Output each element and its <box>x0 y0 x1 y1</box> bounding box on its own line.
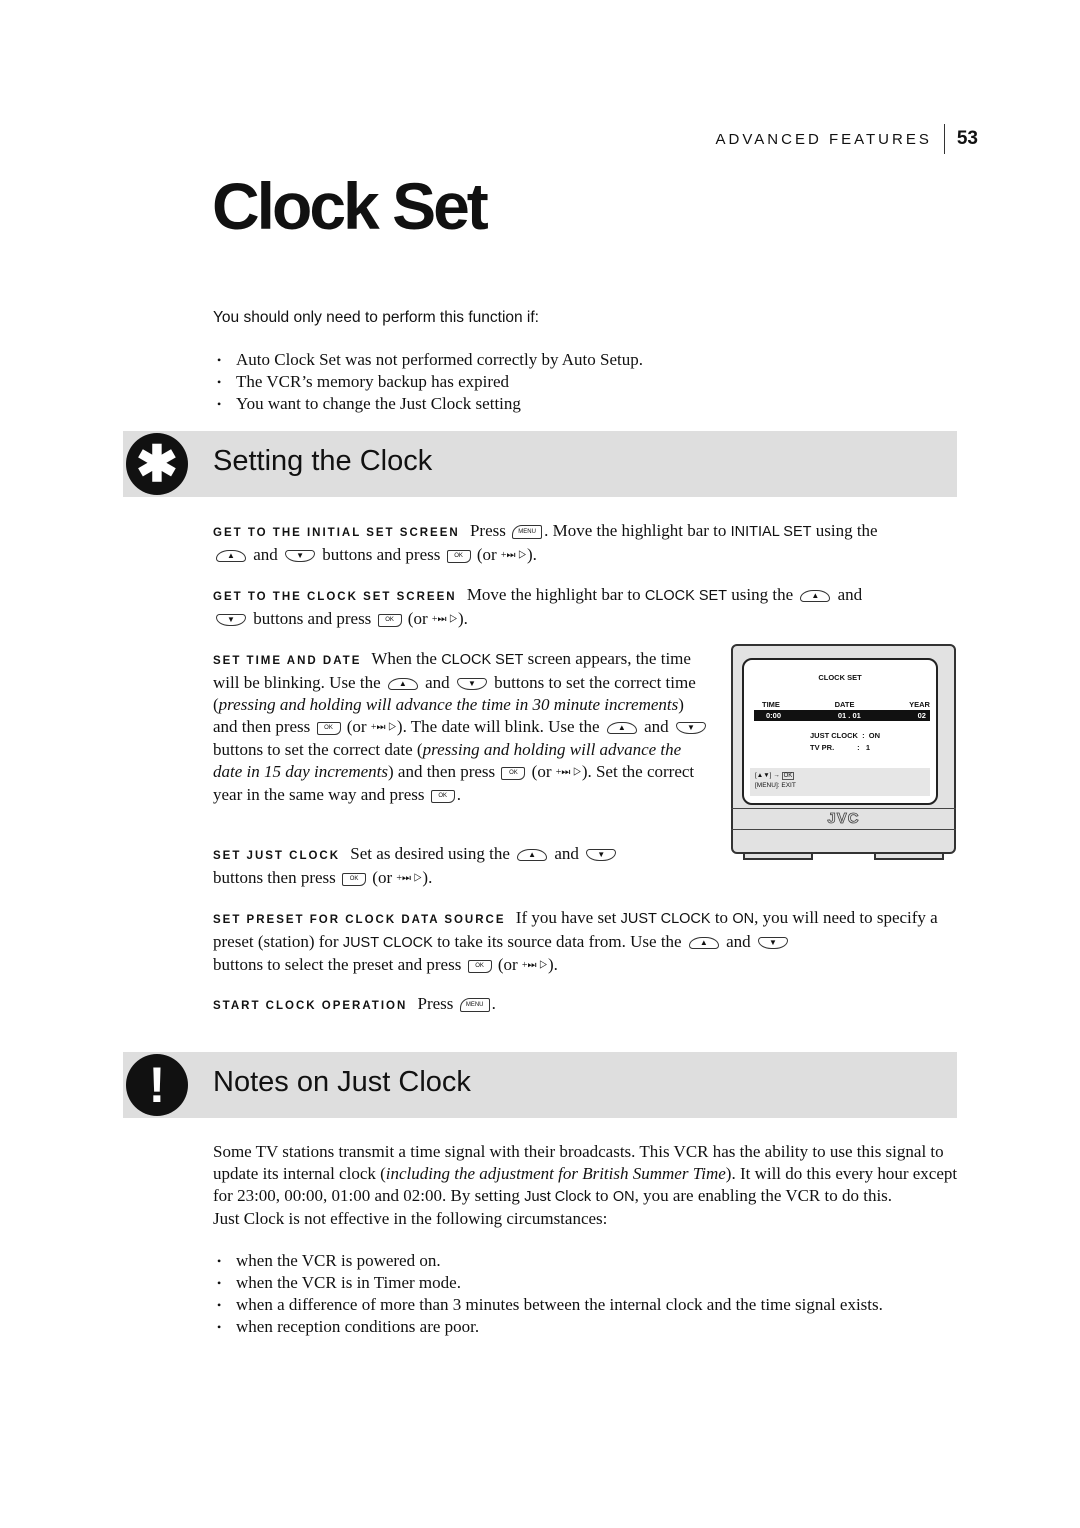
keyword: Just Clock <box>524 1189 592 1205</box>
up-button-icon: ▲ <box>606 722 637 735</box>
step-initial-set: GET TO THE INITIAL SET SCREEN Press MENU… <box>213 521 878 564</box>
keyword: JUST CLOCK <box>620 911 711 927</box>
list-item: The VCR’s memory backup has expired <box>217 371 643 393</box>
down-button-icon: ▼ <box>586 849 617 862</box>
down-button-icon: ▼ <box>456 678 487 691</box>
section-name: ADVANCED FEATURES <box>715 130 932 148</box>
notes-paragraph: Some TV stations transmit a time signal … <box>213 1142 958 1228</box>
next-play-icon: +⏭ ▷ <box>431 614 458 626</box>
osd-just-clock: JUST CLOCK : ON <box>810 731 881 740</box>
intro-heading: You should only need to perform this fun… <box>213 309 539 326</box>
down-button-icon: ▼ <box>675 722 706 735</box>
osd-time: 0:00 <box>766 711 782 720</box>
down-button-icon: ▼ <box>757 937 788 950</box>
osd-highlight-bar: 0:00 01 . 01 02 <box>754 710 930 721</box>
osd-title: CLOCK SET <box>818 673 862 682</box>
step-lead: GET TO THE CLOCK SET SCREEN <box>213 591 457 603</box>
next-play-icon: +⏭ ▷ <box>500 550 527 562</box>
section-title: Setting the Clock <box>213 445 433 477</box>
up-button-icon: ▲ <box>800 590 831 603</box>
osd-tv-pr: TV PR. : 1 <box>810 743 871 752</box>
step-lead: SET JUST CLOCK <box>213 850 341 862</box>
list-item: when the VCR is in Timer mode. <box>217 1272 967 1294</box>
step-start-clock: START CLOCK OPERATION Press MENU. <box>213 994 496 1013</box>
on-screen-display: CLOCK SET TIME DATE YEAR 0:00 01 . 01 02… <box>742 658 938 805</box>
ok-button-icon: OK <box>446 549 471 563</box>
osd-help: [▲▼] → OK [MENU]: EXIT <box>750 768 930 796</box>
step-lead: START CLOCK OPERATION <box>213 1000 408 1012</box>
keyword: CLOCK SET <box>644 588 728 604</box>
osd-date: 01 . 01 <box>837 711 861 720</box>
menu-button-icon: MENU <box>512 525 543 540</box>
ok-button-icon: OK <box>467 959 492 973</box>
list-item: Auto Clock Set was not performed correct… <box>217 349 643 371</box>
step-set-preset: SET PRESET FOR CLOCK DATA SOURCE If you … <box>213 908 938 974</box>
ok-button-icon: OK <box>430 789 455 803</box>
down-button-icon: ▼ <box>285 550 316 563</box>
up-button-icon: ▲ <box>387 678 418 691</box>
tv-screen-illustration: CLOCK SET TIME DATE YEAR 0:00 01 . 01 02… <box>731 644 956 860</box>
next-play-icon: +⏭ ▷ <box>370 722 397 734</box>
header-divider <box>943 124 945 154</box>
next-play-icon: +⏭ ▷ <box>396 873 423 885</box>
next-play-icon: +⏭ ▷ <box>555 767 582 779</box>
notes-list: when the VCR is powered on. when the VCR… <box>217 1250 967 1338</box>
step-clock-set-screen: GET TO THE CLOCK SET SCREEN Move the hig… <box>213 585 863 628</box>
ok-button-icon: OK <box>501 766 526 780</box>
list-item: You want to change the Just Clock settin… <box>217 393 643 415</box>
up-button-icon: ▲ <box>517 849 548 862</box>
intro-list: Auto Clock Set was not performed correct… <box>217 349 643 415</box>
up-button-icon: ▲ <box>688 937 719 950</box>
ok-button-icon: OK <box>316 721 341 735</box>
step-lead: SET PRESET FOR CLOCK DATA SOURCE <box>213 914 506 926</box>
ok-button-icon: OK <box>342 872 367 886</box>
page-number: 53 <box>956 128 978 149</box>
keyword: CLOCK SET <box>441 652 524 668</box>
asterisk-icon: ✱ <box>126 433 188 495</box>
step-set-time-date: SET TIME AND DATE When the CLOCK SET scr… <box>213 648 711 806</box>
jvc-logo: JVC <box>827 810 860 828</box>
list-item: when the VCR is powered on. <box>217 1250 967 1272</box>
section-title: Notes on Just Clock <box>213 1066 471 1098</box>
section-notes-just-clock: ! Notes on Just Clock <box>123 1052 957 1118</box>
up-button-icon: ▲ <box>216 550 246 563</box>
menu-button-icon: MENU <box>459 998 490 1013</box>
next-play-icon: +⏭ ▷ <box>521 960 548 972</box>
exclamation-icon: ! <box>126 1054 188 1116</box>
step-lead: GET TO THE INITIAL SET SCREEN <box>213 527 460 539</box>
running-header: ADVANCED FEATURES 53 <box>716 124 978 154</box>
section-setting-clock: ✱ Setting the Clock <box>123 431 957 497</box>
osd-year: 02 <box>917 711 926 720</box>
down-button-icon: ▼ <box>216 614 246 627</box>
step-set-just-clock: SET JUST CLOCK Set as desired using the … <box>213 843 693 890</box>
list-item: when a difference of more than 3 minutes… <box>217 1294 967 1316</box>
step-lead: SET TIME AND DATE <box>213 655 362 667</box>
page-title: Clock Set <box>212 169 489 243</box>
keyword: JUST CLOCK <box>342 935 433 951</box>
keyword: ON <box>612 1189 635 1205</box>
ok-icon: OK <box>781 772 795 780</box>
ok-button-icon: OK <box>377 613 402 627</box>
keyword: INITIAL SET <box>730 524 812 540</box>
osd-column-headers: TIME DATE YEAR <box>762 700 930 709</box>
keyword: ON <box>732 911 755 927</box>
list-item: when reception conditions are poor. <box>217 1316 967 1338</box>
